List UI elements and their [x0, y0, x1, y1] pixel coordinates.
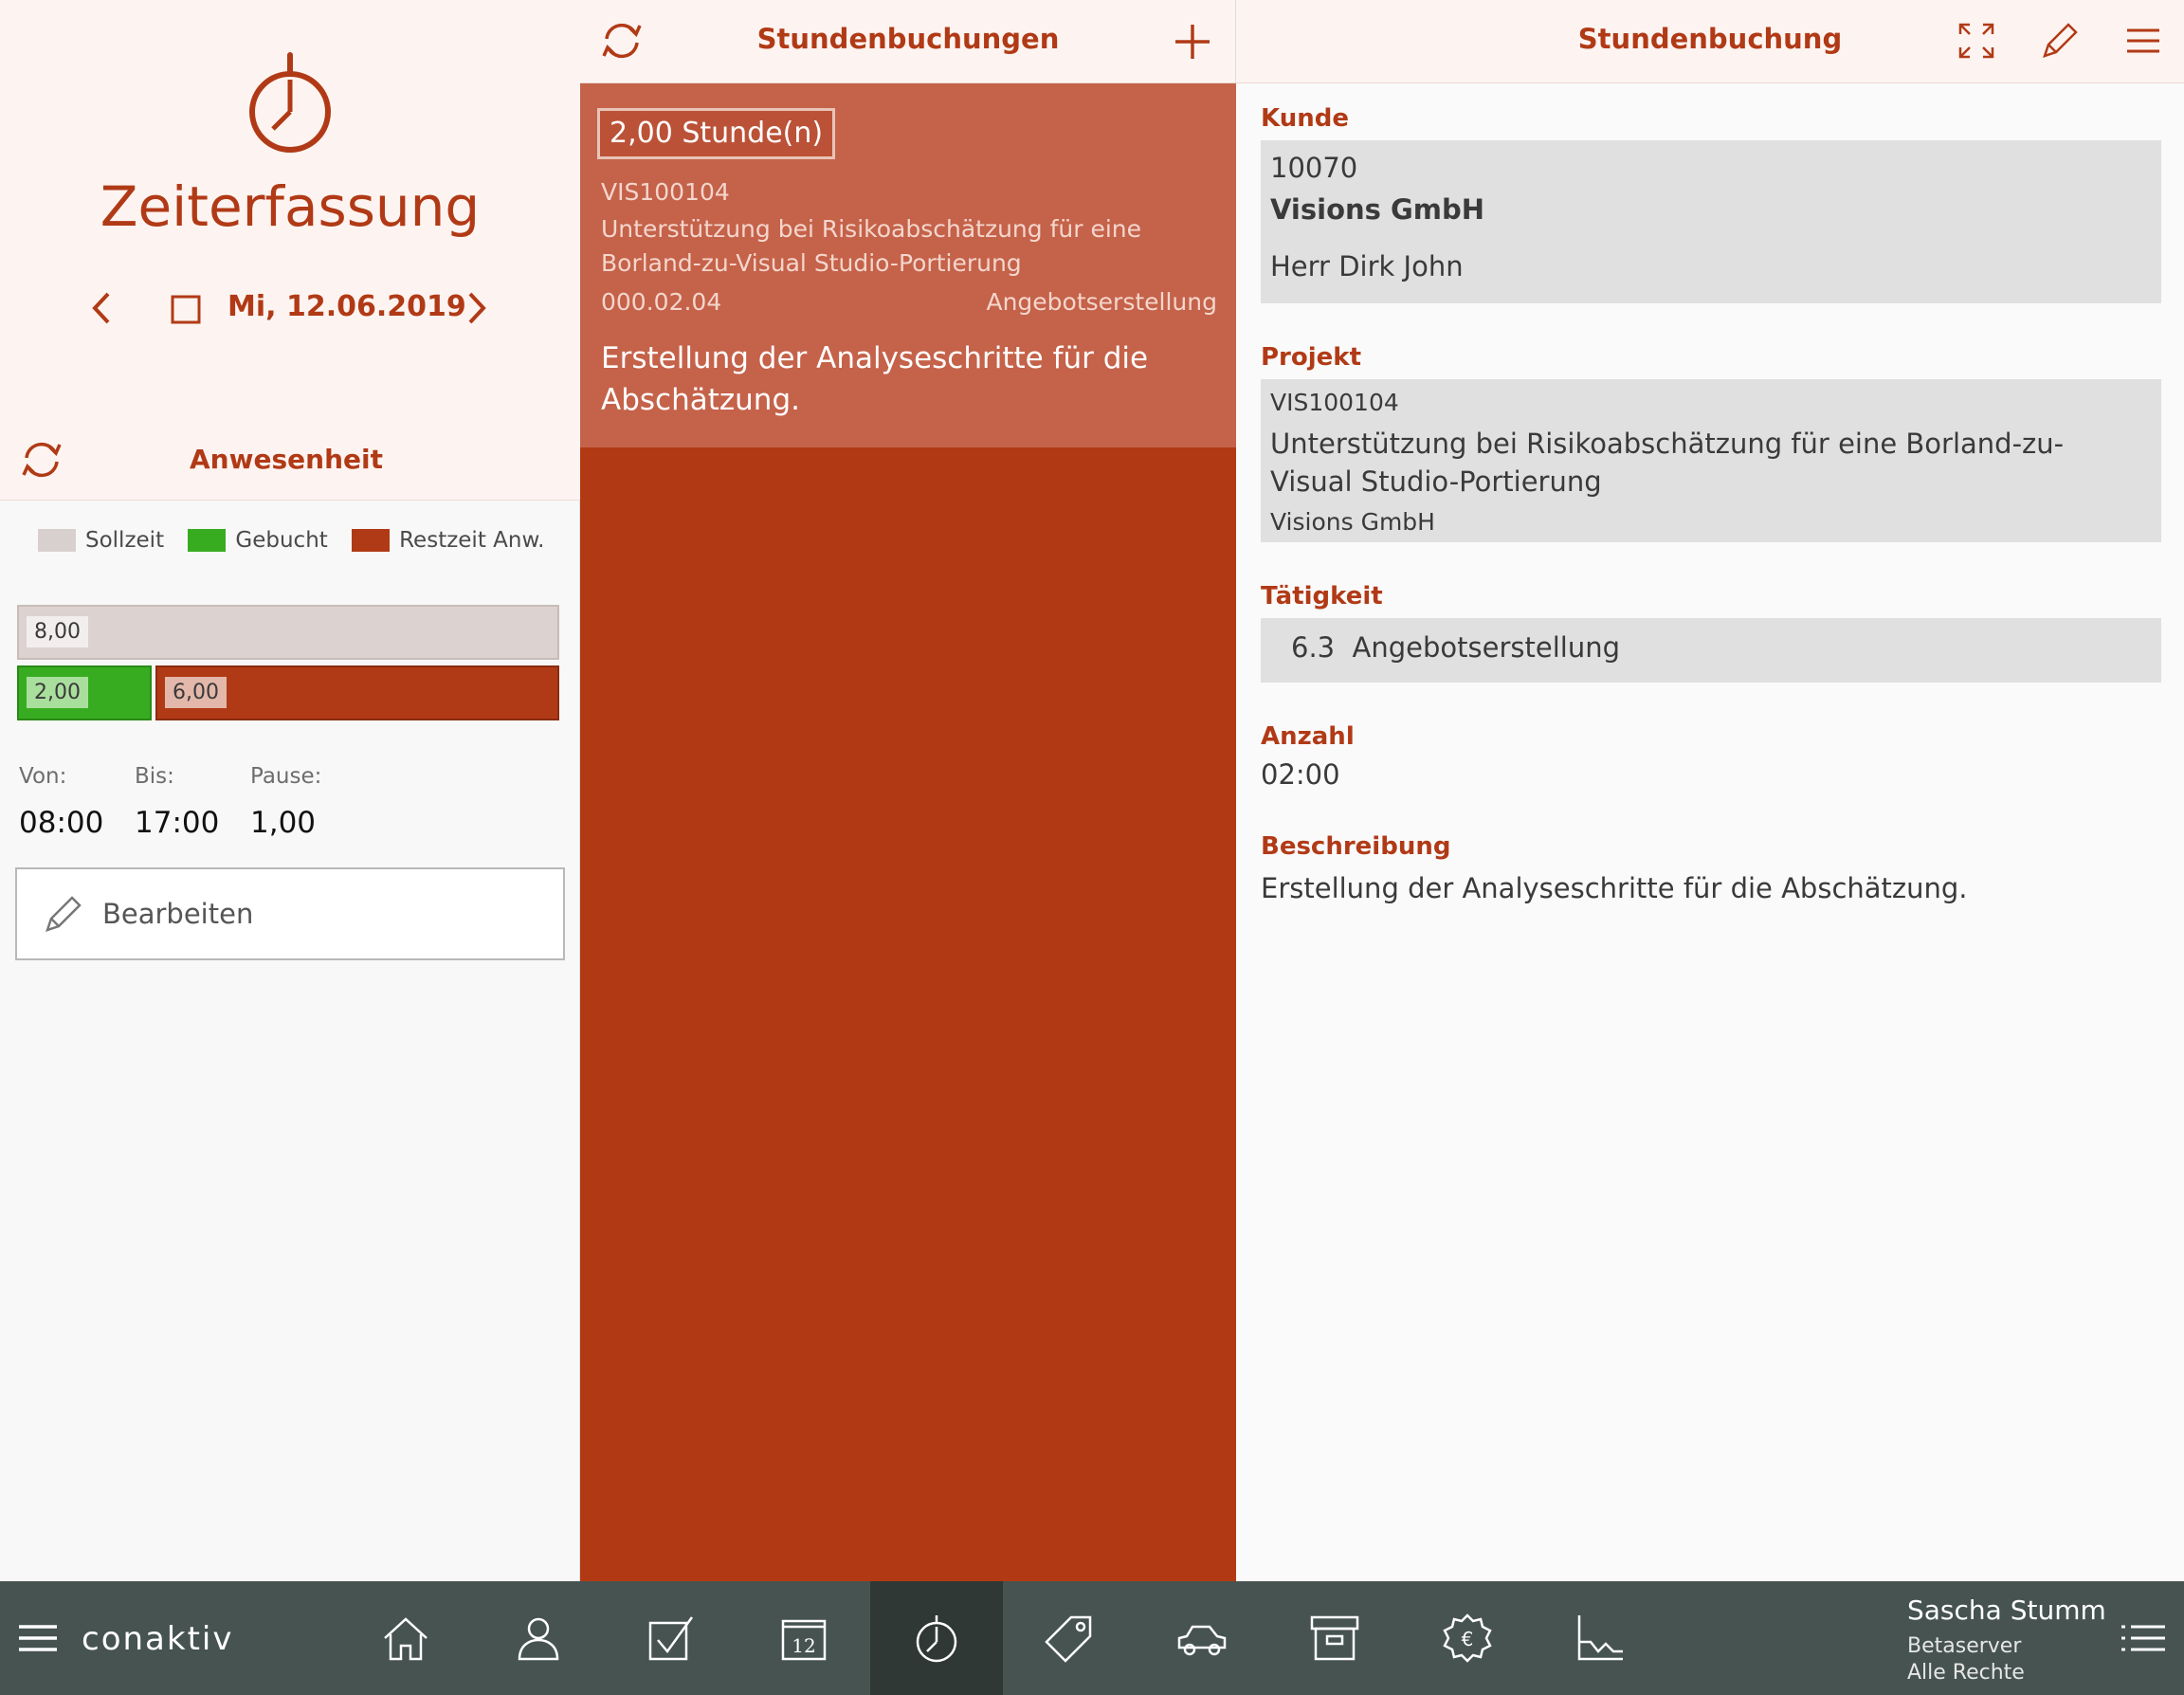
customer-name: Visions GmbH	[1270, 193, 1485, 226]
plus-icon[interactable]	[1174, 23, 1211, 61]
project-name: Unterstützung bei Risikoabschätzung für …	[1270, 428, 2065, 498]
legend-remaining: Restzeit Anw.	[399, 527, 545, 553]
count-label: Anzahl	[1261, 722, 1355, 751]
legend-swatch-target	[38, 528, 76, 552]
bookings-title: Stundenbuchungen	[756, 23, 1060, 55]
user-name: Sascha Stumm	[1907, 1595, 2106, 1626]
remaining-time-value: 6,00	[165, 677, 227, 708]
nav-archive[interactable]	[1268, 1581, 1401, 1695]
project-customer: Visions GmbH	[1270, 508, 1435, 536]
hamburger-menu-icon[interactable]	[2123, 21, 2163, 61]
pencil-icon[interactable]	[2040, 21, 2080, 61]
hours-badge: 2,00 Stunde(n)	[597, 108, 836, 159]
user-rights: Alle Rechte	[1907, 1661, 2025, 1685]
target-time-bar: 8,00	[17, 605, 559, 660]
legend-swatch-booked	[188, 528, 227, 552]
svg-text:12: 12	[792, 1634, 815, 1657]
archive-icon	[1310, 1615, 1359, 1661]
presence-title: Anwesenheit	[190, 444, 383, 475]
booked-time-segment: 2,00	[17, 665, 152, 720]
to-label: Bis:	[135, 764, 174, 789]
legend-swatch-remaining	[352, 528, 391, 552]
nav-tags[interactable]	[1003, 1581, 1136, 1695]
chevron-right-icon[interactable]	[463, 290, 491, 326]
user-icon	[518, 1617, 559, 1661]
booking-detail-panel: Stundenbuchung Kunde 10070 Visions GmbH …	[1236, 0, 2184, 1581]
nav-reports[interactable]	[1534, 1581, 1666, 1695]
nav-tasks[interactable]	[605, 1581, 737, 1695]
current-date[interactable]: Mi, 12.06.2019	[228, 290, 466, 323]
pencil-icon	[46, 896, 82, 932]
nav-contacts[interactable]	[472, 1581, 605, 1695]
edit-presence-button[interactable]: Bearbeiten	[15, 867, 565, 960]
customer-contact: Herr Dirk John	[1270, 250, 1464, 282]
list-menu-icon[interactable]	[2120, 1619, 2167, 1657]
calendar-icon: 12	[781, 1619, 827, 1661]
euro-badge-icon: €	[1443, 1613, 1492, 1663]
to-value: 17:00	[135, 806, 220, 840]
entry-activity: Angebotserstellung	[986, 288, 1217, 316]
entry-number: 000.02.04	[601, 288, 722, 316]
nav-billing[interactable]: €	[1401, 1581, 1534, 1695]
detail-header: Stundenbuchung	[1236, 0, 2184, 83]
entry-project-name: Unterstützung bei Risikoabschätzung für …	[601, 215, 1141, 277]
description-label: Beschreibung	[1261, 832, 1451, 861]
legend-target: Sollzeit	[85, 527, 165, 553]
from-value: 08:00	[19, 806, 104, 840]
conaktiv-logo: conaktiv	[82, 1620, 233, 1657]
pause-label: Pause:	[250, 764, 322, 789]
time-tracking-panel: Zeiterfassung Mi, 12.06.2019 Anwesenheit…	[0, 0, 580, 1581]
booked-remaining-bar: 2,00 6,00	[17, 665, 559, 720]
from-time: Von: 08:00	[19, 764, 103, 840]
customer-number: 10070	[1270, 152, 1358, 184]
project-field[interactable]: VIS100104 Unterstützung bei Risikoabschä…	[1261, 379, 2161, 542]
nav-home[interactable]	[339, 1581, 472, 1695]
checkbox-icon	[648, 1616, 694, 1661]
car-icon	[1177, 1625, 1227, 1656]
entry-project-code: VIS100104	[601, 178, 730, 206]
bookings-header: Stundenbuchungen	[580, 0, 1236, 83]
remaining-time-segment: 6,00	[155, 665, 559, 720]
activity-value: 6.3 Angebotserstellung	[1291, 631, 1621, 664]
stopwatch-icon	[916, 1615, 957, 1663]
booking-list-item[interactable]: 2,00 Stunde(n) VIS100104 Unterstützung b…	[580, 83, 1236, 447]
nav-timer[interactable]	[870, 1581, 1003, 1695]
customer-field[interactable]: 10070 Visions GmbH Herr Dirk John	[1261, 140, 2161, 303]
description-value: Erstellung der Analyseschritte für die A…	[1261, 872, 1968, 904]
legend-booked: Gebucht	[235, 527, 328, 553]
expand-icon[interactable]	[1956, 21, 1996, 61]
calendar-icon[interactable]	[171, 294, 201, 324]
project-code: VIS100104	[1270, 389, 1399, 416]
nav-vehicles[interactable]	[1136, 1581, 1268, 1695]
activity-field[interactable]: 6.3 Angebotserstellung	[1261, 618, 2161, 683]
tag-icon	[1045, 1615, 1092, 1663]
pause-value: 1,00	[250, 806, 317, 840]
hamburger-menu-icon[interactable]	[15, 1619, 61, 1657]
date-navigator: Mi, 12.06.2019	[0, 284, 580, 332]
home-icon	[384, 1617, 428, 1661]
bottom-navigation-bar: conaktiv 12 € Sascha Stumm Betaserver Al…	[0, 1581, 2184, 1695]
project-label: Projekt	[1261, 343, 1362, 372]
app-title: Zeiterfassung	[100, 174, 481, 239]
user-server: Betaserver	[1907, 1634, 2022, 1658]
edit-label: Bearbeiten	[102, 898, 254, 930]
chevron-left-icon[interactable]	[87, 290, 116, 326]
svg-text:€: €	[1462, 1628, 1474, 1650]
bookings-list-panel: Stundenbuchungen 2,00 Stunde(n) VIS10010…	[580, 0, 1236, 1581]
svg-text:conaktiv: conaktiv	[82, 1620, 233, 1657]
time-tracking-header: Zeiterfassung Mi, 12.06.2019 Anwesenheit	[0, 0, 580, 501]
entry-description: Erstellung der Analyseschritte für die A…	[601, 341, 1149, 417]
target-time-value: 8,00	[27, 616, 88, 647]
nav-calendar[interactable]: 12	[737, 1581, 870, 1695]
stopwatch-icon	[249, 52, 331, 153]
chart-icon	[1577, 1615, 1623, 1661]
activity-label: Tätigkeit	[1261, 582, 1383, 611]
pause-time: Pause: 1,00	[250, 764, 321, 840]
chart-legend: Sollzeit Gebucht Restzeit Anw.	[38, 527, 561, 559]
to-time: Bis: 17:00	[135, 764, 219, 840]
booked-time-value: 2,00	[27, 677, 88, 708]
customer-label: Kunde	[1261, 104, 1349, 133]
from-label: Von:	[19, 764, 67, 789]
count-value: 02:00	[1261, 758, 1340, 791]
